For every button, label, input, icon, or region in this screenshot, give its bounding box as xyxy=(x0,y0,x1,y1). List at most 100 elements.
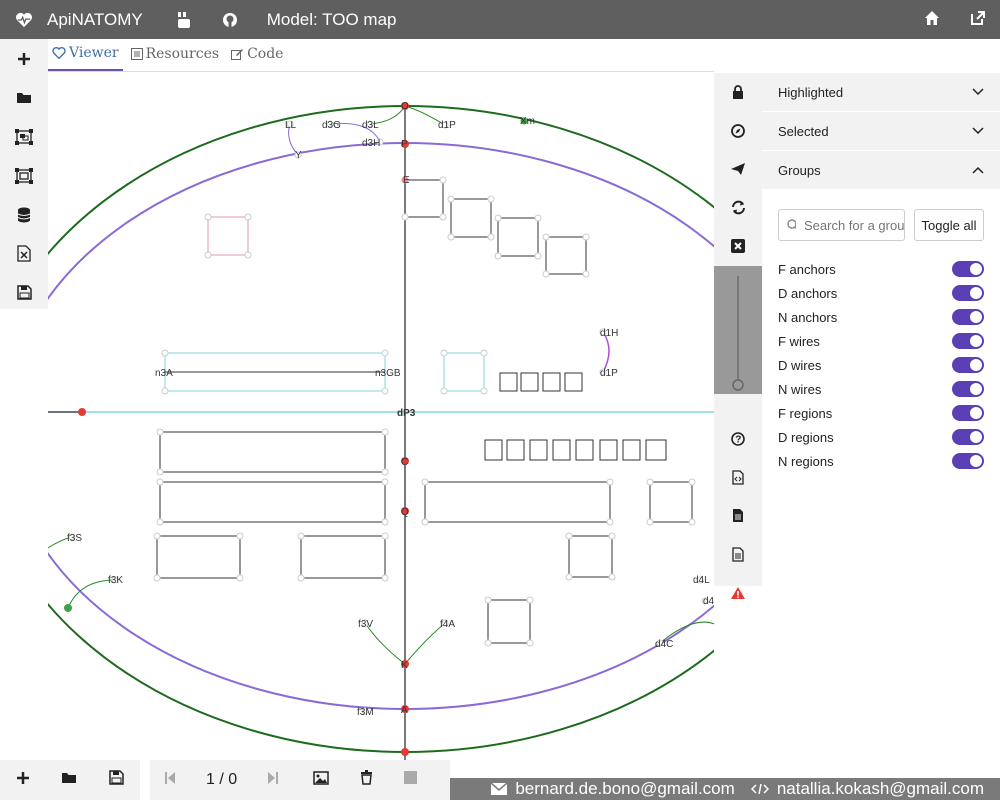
file-code-icon[interactable] xyxy=(714,458,762,497)
node-label: f3K xyxy=(108,575,123,586)
group-search-box[interactable] xyxy=(778,209,905,241)
node-label: d4M xyxy=(703,596,714,607)
lock-icon[interactable] xyxy=(714,73,762,112)
node-label: Xm xyxy=(520,116,535,127)
plus-icon[interactable] xyxy=(0,39,48,78)
group-label: D anchors xyxy=(778,285,838,301)
help-icon[interactable]: ? xyxy=(714,420,762,459)
object-group-icon[interactable] xyxy=(0,117,48,156)
save-icon[interactable] xyxy=(109,770,124,790)
tab-code[interactable]: Code xyxy=(227,40,287,70)
search-icon xyxy=(787,219,796,230)
node-label: E xyxy=(403,175,410,186)
node-label: A xyxy=(401,705,408,716)
node-label: d4L xyxy=(693,575,710,586)
tab-label: Resources xyxy=(145,46,220,62)
home-icon[interactable] xyxy=(924,10,940,31)
node-label: d1P xyxy=(600,368,618,379)
node-label: d3H xyxy=(362,138,380,149)
group-toggle[interactable] xyxy=(952,309,984,325)
plus-icon[interactable] xyxy=(16,771,30,790)
pager-bar: 1 / 0 xyxy=(150,760,450,800)
group-label: F regions xyxy=(778,405,833,421)
chevron-down-icon xyxy=(972,88,984,96)
trash-icon[interactable] xyxy=(360,770,373,790)
graph-viewer-canvas[interactable]: O P E C Q K A dP3 LL d3G d3L d3H d1P Xm … xyxy=(48,73,714,760)
github-icon[interactable] xyxy=(221,11,239,29)
group-row-d-regions: D regions xyxy=(778,425,984,449)
settings-panel: Highlighted Selected Groups Toggle all F… xyxy=(762,73,1000,760)
chevron-up-icon xyxy=(972,166,984,174)
contact-email-1[interactable]: bernard.de.bono@gmail.com xyxy=(515,779,735,799)
app-name: ApiNATOMY xyxy=(47,9,143,29)
group-toggle[interactable] xyxy=(952,453,984,469)
group-toggle[interactable] xyxy=(952,333,984,349)
file-text-icon[interactable] xyxy=(714,535,762,574)
model-title: Model: TOO map xyxy=(266,9,397,29)
group-row-d-wires: D wires xyxy=(778,353,984,377)
tab-label: Viewer xyxy=(69,45,119,61)
node-label: d1H xyxy=(600,328,618,339)
node-label: O xyxy=(401,101,409,112)
image-icon[interactable] xyxy=(313,770,329,790)
svg-text:?: ? xyxy=(735,434,741,445)
node-label: d4C xyxy=(655,639,673,650)
heartbeat-icon xyxy=(52,47,66,59)
group-label: N anchors xyxy=(778,309,838,325)
group-toggle[interactable] xyxy=(952,381,984,397)
outer-ring[interactable] xyxy=(48,105,714,753)
group-row-n-wires: N wires xyxy=(778,377,984,401)
view-tabs: Viewer Resources Code xyxy=(48,39,714,72)
tab-label: Code xyxy=(247,46,284,62)
node-label: P xyxy=(401,139,408,150)
group-row-n-anchors: N anchors xyxy=(778,305,984,329)
node-label: C xyxy=(401,457,408,468)
group-toggle[interactable] xyxy=(952,429,984,445)
group-toggle[interactable] xyxy=(952,357,984,373)
compass-icon[interactable] xyxy=(714,112,762,151)
inner-ring[interactable] xyxy=(48,142,714,710)
group-label: F anchors xyxy=(778,261,836,277)
tab-viewer[interactable]: Viewer xyxy=(48,39,123,71)
chevron-down-icon xyxy=(972,127,984,135)
group-toggle[interactable] xyxy=(952,285,984,301)
youtube-icon[interactable] xyxy=(175,11,193,29)
node-label: LL xyxy=(285,120,297,131)
group-search-input[interactable] xyxy=(804,217,904,233)
node-label: f3S xyxy=(67,533,82,544)
envelope-icon xyxy=(491,783,508,795)
contact-email-2[interactable]: natallia.kokash@gmail.com xyxy=(777,779,984,799)
first-page-icon[interactable] xyxy=(164,771,176,790)
file-excel-icon[interactable] xyxy=(0,234,48,273)
file-icon[interactable] xyxy=(714,497,762,536)
list-icon xyxy=(130,48,143,60)
graph-svg[interactable]: O P E C Q K A dP3 LL d3G d3L d3H d1P Xm … xyxy=(48,73,714,760)
refresh-icon[interactable] xyxy=(714,189,762,228)
group-toggle[interactable] xyxy=(952,261,984,277)
left-toolbar xyxy=(0,39,48,309)
section-highlighted[interactable]: Highlighted xyxy=(762,73,1000,112)
warning-icon[interactable] xyxy=(714,574,762,613)
toggle-all-button[interactable]: Toggle all xyxy=(914,209,984,241)
node-label: n3GB xyxy=(375,368,401,379)
object-ungroup-icon[interactable] xyxy=(0,156,48,195)
stop-icon[interactable] xyxy=(404,771,418,789)
group-label: D regions xyxy=(778,429,834,445)
group-toggle[interactable] xyxy=(952,405,984,421)
folder-icon[interactable] xyxy=(0,78,48,117)
group-label: D wires xyxy=(778,357,822,373)
tab-resources[interactable]: Resources xyxy=(127,40,223,70)
node-label: f4A xyxy=(440,619,455,630)
database-icon[interactable] xyxy=(0,195,48,234)
groups-body: Toggle all F anchors D anchors N anchors… xyxy=(762,190,1000,492)
section-groups[interactable]: Groups xyxy=(762,151,1000,190)
save-icon[interactable] xyxy=(0,273,48,312)
node-label: Q xyxy=(401,507,409,518)
close-icon[interactable] xyxy=(714,227,762,266)
folder-icon[interactable] xyxy=(61,771,77,789)
external-link-icon[interactable] xyxy=(970,10,986,31)
section-selected[interactable]: Selected xyxy=(762,112,1000,151)
zoom-slider[interactable] xyxy=(714,266,762,394)
paper-plane-icon[interactable] xyxy=(714,150,762,189)
last-page-icon[interactable] xyxy=(267,771,279,790)
